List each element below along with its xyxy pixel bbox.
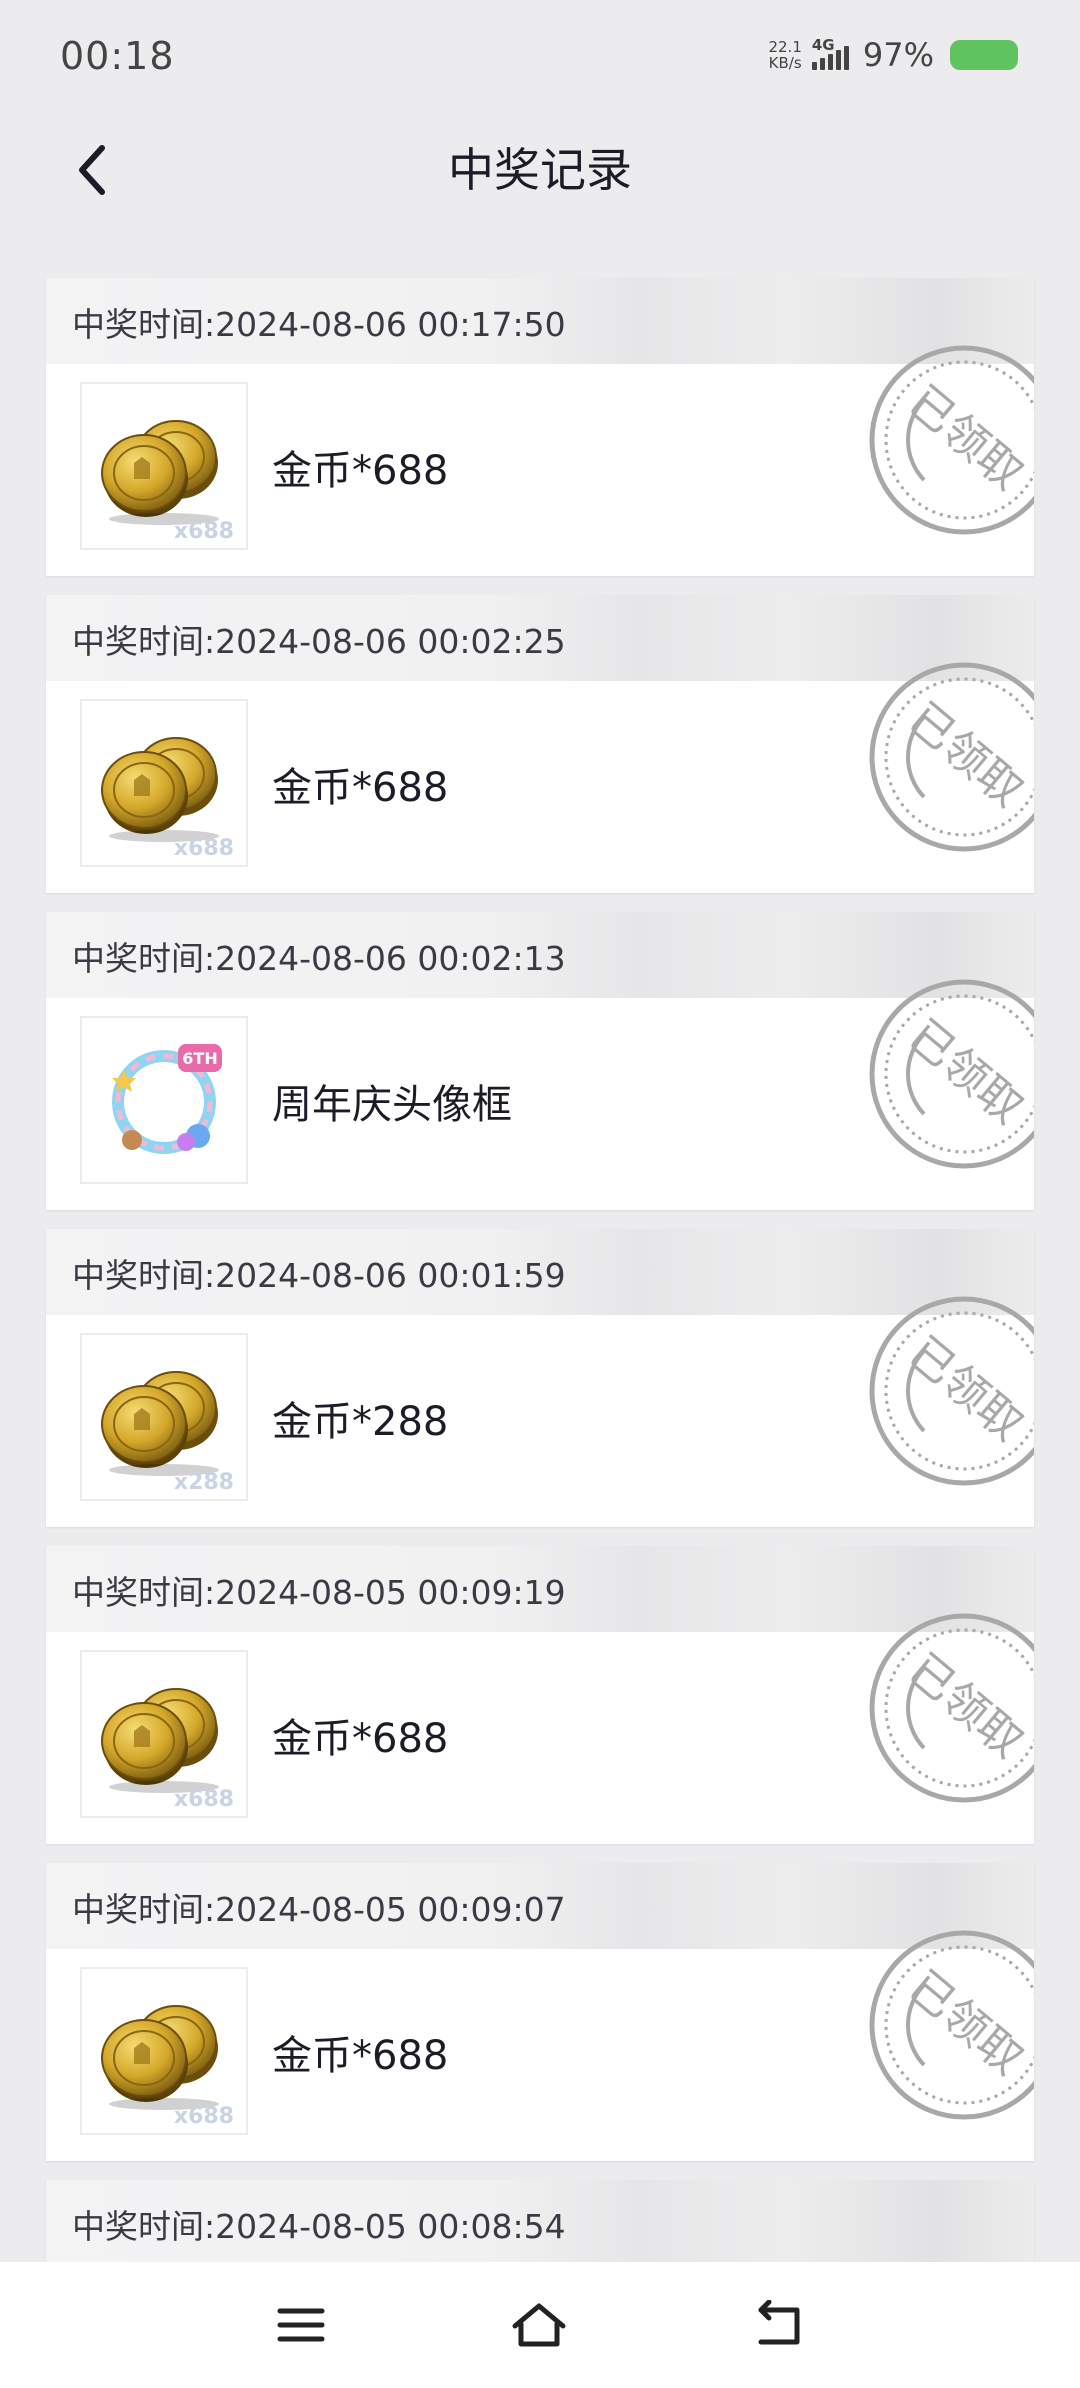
network-speed: 22.1 KB/s bbox=[768, 39, 801, 71]
claimed-stamp-text: 已领取 bbox=[899, 376, 1033, 500]
prize-quantity: x688 bbox=[173, 1787, 234, 1812]
network-speed-value: 22.1 bbox=[768, 38, 802, 56]
claimed-stamp: 已领取 bbox=[869, 1930, 1034, 2120]
menu-button[interactable] bbox=[268, 2292, 334, 2358]
battery-icon bbox=[950, 40, 1018, 70]
claimed-stamp-text: 已领取 bbox=[899, 1327, 1033, 1451]
prize-name: 金币*688 bbox=[272, 765, 449, 811]
signal-icon: 4G bbox=[811, 36, 849, 70]
prize-name: 金币*688 bbox=[272, 448, 449, 494]
win-time: 中奖时间:2024-08-06 00:01:59 bbox=[72, 1256, 566, 1295]
prize-quantity: x688 bbox=[173, 836, 234, 861]
claimed-stamp: 已领取 bbox=[869, 662, 1034, 852]
record-header: 中奖时间:2024-08-05 00:08:54 bbox=[46, 2180, 1034, 2266]
prize-name: 周年庆头像框 bbox=[272, 1082, 512, 1128]
prize-name: 金币*688 bbox=[272, 2033, 449, 2079]
network-type: 4G bbox=[811, 36, 835, 54]
prize-record-card: 中奖时间:2024-08-05 00:09:19 x688 金币*688 已领取 bbox=[46, 1546, 1034, 1844]
frame-badge-text: 6TH bbox=[182, 1049, 217, 1068]
prize-quantity: x688 bbox=[173, 519, 234, 544]
claimed-stamp: 已领取 bbox=[869, 979, 1034, 1169]
gold-coins-icon: x688 bbox=[80, 1967, 248, 2135]
system-nav-bar bbox=[0, 2262, 1080, 2388]
record-body: 6TH 周年庆头像框 已领取 bbox=[46, 979, 1034, 1210]
status-indicators: 22.1 KB/s 4G 97% bbox=[768, 36, 1018, 74]
gold-coins-icon: x688 bbox=[80, 382, 248, 550]
win-time: 中奖时间:2024-08-05 00:09:19 bbox=[72, 1573, 566, 1612]
prize-record-card: 中奖时间:2024-08-05 00:08:54 bbox=[46, 2180, 1034, 2266]
claimed-stamp: 已领取 bbox=[869, 1613, 1034, 1803]
prize-record-card: 中奖时间:2024-08-06 00:01:59 x288 金币*288 已领取 bbox=[46, 1229, 1034, 1527]
win-time: 中奖时间:2024-08-06 00:02:13 bbox=[72, 939, 566, 978]
prize-record-card: 中奖时间:2024-08-05 00:09:07 x688 金币*688 已领取 bbox=[46, 1863, 1034, 2161]
win-time: 中奖时间:2024-08-05 00:09:07 bbox=[72, 1890, 566, 1929]
back-arrow-icon bbox=[758, 2300, 800, 2345]
claimed-stamp-text: 已领取 bbox=[899, 1961, 1033, 2085]
network-speed-unit: KB/s bbox=[768, 54, 802, 72]
prize-record-card: 中奖时间:2024-08-06 00:02:25 x688 金币*688 已领取 bbox=[46, 595, 1034, 893]
gold-coins-icon: x688 bbox=[80, 1650, 248, 1818]
prize-quantity: x688 bbox=[173, 2104, 234, 2129]
record-body: x688 金币*688 已领取 bbox=[46, 345, 1034, 576]
prize-quantity: x288 bbox=[173, 1470, 234, 1495]
prize-name: 金币*288 bbox=[272, 1399, 449, 1445]
claimed-stamp-text: 已领取 bbox=[899, 1010, 1033, 1134]
page-title: 中奖记录 bbox=[448, 143, 632, 197]
claimed-stamp-text: 已领取 bbox=[899, 1644, 1033, 1768]
record-body: x688 金币*688 已领取 bbox=[46, 1930, 1034, 2161]
home-button[interactable] bbox=[506, 2292, 572, 2358]
record-body: x688 金币*688 已领取 bbox=[46, 662, 1034, 893]
prize-record-card: 中奖时间:2024-08-06 00:17:50 x688 金币*688 已领取 bbox=[46, 278, 1034, 576]
status-bar: 00:18 22.1 KB/s 4G 97% bbox=[0, 0, 1080, 110]
menu-icon bbox=[277, 2308, 325, 2342]
claimed-stamp-text: 已领取 bbox=[899, 693, 1033, 817]
back-nav-button[interactable] bbox=[746, 2292, 812, 2358]
home-icon bbox=[512, 2303, 566, 2347]
gold-coins-icon: x688 bbox=[80, 699, 248, 867]
prize-record-card: 中奖时间:2024-08-06 00:02:13 6TH 周年庆头像框 已领取 bbox=[46, 912, 1034, 1210]
record-body: x288 金币*288 已领取 bbox=[46, 1296, 1034, 1527]
record-body: x688 金币*688 已领取 bbox=[46, 1613, 1034, 1844]
prize-record-list[interactable]: 中奖时间:2024-08-06 00:17:50 x688 金币*688 已领取 中奖… bbox=[46, 278, 1034, 2285]
claimed-stamp: 已领取 bbox=[869, 1296, 1034, 1486]
win-time: 中奖时间:2024-08-06 00:02:25 bbox=[72, 622, 566, 661]
prize-name: 金币*688 bbox=[272, 1716, 449, 1762]
status-time: 00:18 bbox=[60, 34, 175, 78]
win-time: 中奖时间:2024-08-05 00:08:54 bbox=[72, 2207, 566, 2246]
battery-percent: 97% bbox=[862, 36, 934, 74]
win-time: 中奖时间:2024-08-06 00:17:50 bbox=[72, 305, 566, 344]
claimed-stamp: 已领取 bbox=[869, 345, 1034, 535]
avatar-frame-icon: 6TH bbox=[80, 1016, 248, 1184]
gold-coins-icon: x288 bbox=[80, 1333, 248, 1501]
top-bar: 中奖记录 bbox=[0, 110, 1080, 240]
